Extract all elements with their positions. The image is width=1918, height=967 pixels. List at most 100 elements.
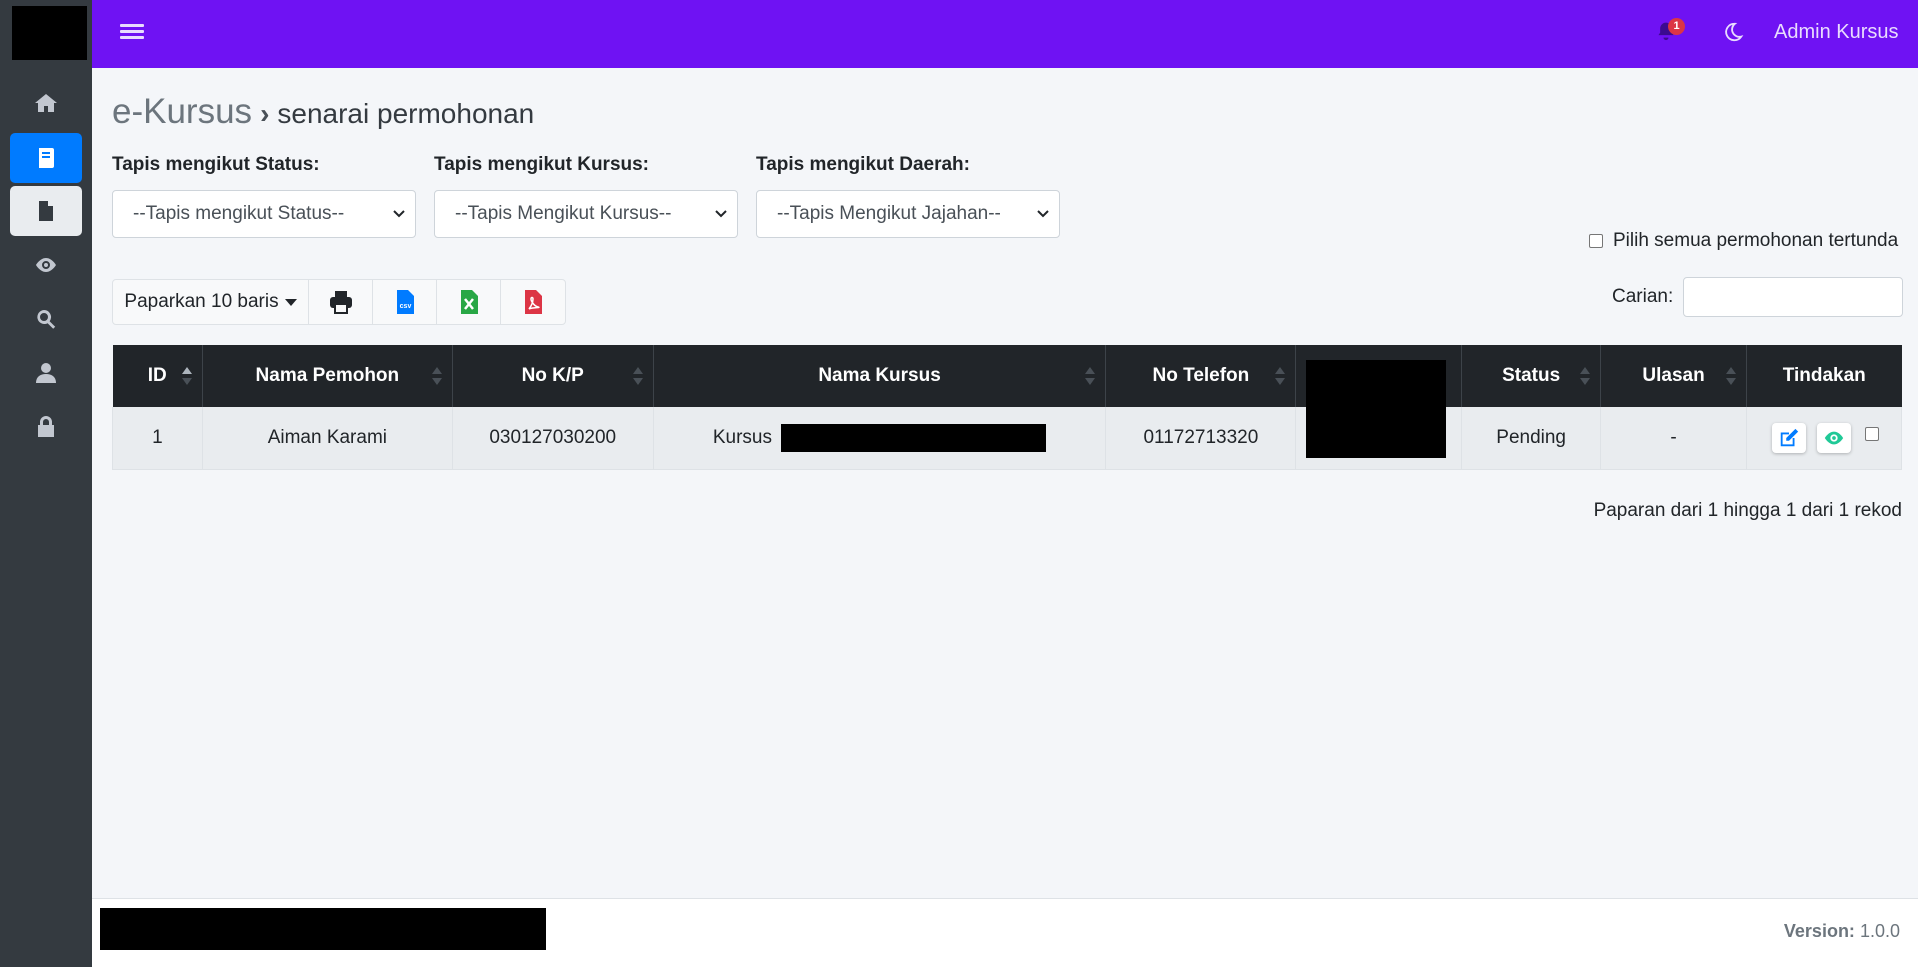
cell-course: Kursus [653, 407, 1107, 470]
course-filter-value: --Tapis Mengikut Kursus-- [455, 203, 672, 224]
home-icon [35, 94, 57, 112]
cell-name: Aiman Karami [202, 407, 453, 470]
chevron-down-icon [1037, 210, 1049, 218]
cell-status: Pending [1461, 407, 1602, 470]
redacted-column-block [1306, 360, 1446, 458]
sidebar [0, 0, 92, 967]
select-all-label: Pilih semua permohonan tertunda [1613, 230, 1899, 251]
app-logo[interactable] [12, 6, 87, 60]
cell-id: 1 [112, 407, 203, 470]
book-icon [39, 148, 54, 168]
page-title: senarai permohonan [277, 98, 535, 129]
cell-review: - [1600, 407, 1748, 470]
column-header-status[interactable]: Status [1461, 345, 1602, 407]
lock-icon [38, 416, 54, 437]
status-filter: Tapis mengikut Status: --Tapis mengikut … [112, 154, 416, 238]
status-filter-select[interactable]: --Tapis mengikut Status-- [112, 190, 416, 238]
select-all-checkbox[interactable] [1589, 234, 1603, 248]
eye-icon [1824, 431, 1844, 445]
user-icon [36, 363, 56, 383]
column-header-phone[interactable]: No Telefon [1105, 345, 1297, 407]
column-header-course[interactable]: Nama Kursus [653, 345, 1107, 407]
export-pdf-button[interactable] [501, 280, 565, 324]
select-all-pending: Pilih semua permohonan tertunda [1589, 230, 1898, 252]
region-filter-select[interactable]: --Tapis Mengikut Jajahan-- [756, 190, 1060, 238]
column-header-name[interactable]: Nama Pemohon [202, 345, 453, 407]
sort-icon [1275, 367, 1286, 385]
course-filter-label: Tapis mengikut Kursus: [434, 154, 650, 175]
search-input[interactable] [1683, 277, 1904, 317]
rows-per-page-label: Paparkan 10 baris [124, 291, 279, 312]
export-excel-button[interactable] [437, 280, 501, 324]
column-header-action: Tindakan [1782, 365, 1866, 386]
table-toolbar: Paparkan 10 baris csv [112, 279, 566, 325]
csv-icon-text: csv [399, 303, 411, 310]
sort-icon [1580, 367, 1591, 385]
version-value: 1.0.0 [1859, 921, 1900, 941]
column-header-ic[interactable]: No K/P [452, 345, 654, 407]
print-icon [329, 291, 352, 314]
caret-down-icon [284, 298, 297, 306]
search-label: Carian: [1612, 286, 1674, 307]
status-filter-label: Tapis mengikut Status: [112, 154, 320, 175]
status-filter-value: --Tapis mengikut Status-- [133, 203, 345, 224]
table-row: 1 Aiman Karami 030127030200 Kursus 01172… [112, 407, 1902, 470]
pdf-file-icon [525, 290, 542, 314]
version-label: Version: [1783, 921, 1855, 941]
applications-table: ID Nama Pemohon No K/P Nama Kursus No Te… [112, 345, 1902, 470]
excel-file-icon [460, 290, 478, 314]
sidebar-item-courses[interactable] [10, 133, 82, 183]
sort-asc-icon [181, 367, 192, 385]
search-icon [37, 310, 56, 329]
course-filter: Tapis mengikut Kursus: --Tapis Mengikut … [434, 154, 738, 238]
row-select-checkbox[interactable] [1865, 426, 1880, 441]
redacted-footer-text [100, 908, 546, 950]
table-search: Carian: [1612, 277, 1904, 317]
table-header-row: ID Nama Pemohon No K/P Nama Kursus No Te… [112, 345, 1902, 407]
region-filter: Tapis mengikut Daerah: --Tapis Mengikut … [756, 154, 1060, 238]
cell-phone: 01172713320 [1105, 407, 1297, 470]
notification-badge: 1 [1668, 18, 1685, 35]
export-csv-button[interactable]: csv [373, 280, 437, 324]
edit-icon [1780, 428, 1798, 446]
edit-button[interactable] [1771, 422, 1806, 453]
breadcrumb: e-Kursus › senarai permohonan [112, 92, 534, 132]
sidebar-item-home[interactable] [10, 78, 82, 128]
sidebar-item-view[interactable] [10, 240, 82, 290]
eye-icon [36, 258, 56, 272]
sidebar-item-user[interactable] [10, 348, 82, 398]
breadcrumb-home-link[interactable]: e-Kursus [112, 92, 252, 132]
sidebar-item-lock[interactable] [10, 402, 82, 452]
region-filter-value: --Tapis Mengikut Jajahan-- [777, 203, 1001, 224]
print-button[interactable] [309, 280, 373, 324]
sidebar-item-applications[interactable] [10, 186, 82, 236]
view-button[interactable] [1817, 422, 1851, 453]
file-icon [39, 201, 53, 221]
version-info: Version: 1.0.0 [1784, 921, 1900, 942]
column-header-id[interactable]: ID [112, 345, 203, 407]
main-content: e-Kursus › senarai permohonan Tapis meng… [92, 68, 1918, 898]
footer: Version: 1.0.0 [92, 898, 1918, 967]
hamburger-menu-icon[interactable] [120, 21, 144, 45]
top-navbar: 1 Admin Kursus [92, 0, 1918, 68]
cell-actions [1746, 407, 1902, 470]
cell-course-prefix: Kursus [712, 426, 772, 448]
sort-icon [1085, 367, 1096, 385]
sort-icon [1726, 367, 1737, 385]
moon-icon [1725, 22, 1744, 42]
breadcrumb-separator: › [260, 98, 270, 129]
csv-file-icon: csv [396, 290, 414, 314]
notification-button[interactable]: 1 [1656, 18, 1685, 48]
sidebar-item-search[interactable] [10, 294, 82, 344]
redacted-course-name [781, 423, 1047, 452]
dark-mode-toggle[interactable] [1722, 21, 1746, 45]
chevron-down-icon [715, 210, 727, 218]
cell-ic: 030127030200 [452, 407, 654, 470]
sort-icon [632, 367, 643, 385]
column-header-review[interactable]: Ulasan [1600, 345, 1748, 407]
rows-per-page-button[interactable]: Paparkan 10 baris [113, 280, 309, 324]
course-filter-select[interactable]: --Tapis Mengikut Kursus-- [434, 190, 738, 238]
region-filter-label: Tapis mengikut Daerah: [756, 154, 970, 175]
chevron-down-icon [393, 210, 405, 218]
admin-user-menu[interactable]: Admin Kursus [1774, 21, 1899, 44]
